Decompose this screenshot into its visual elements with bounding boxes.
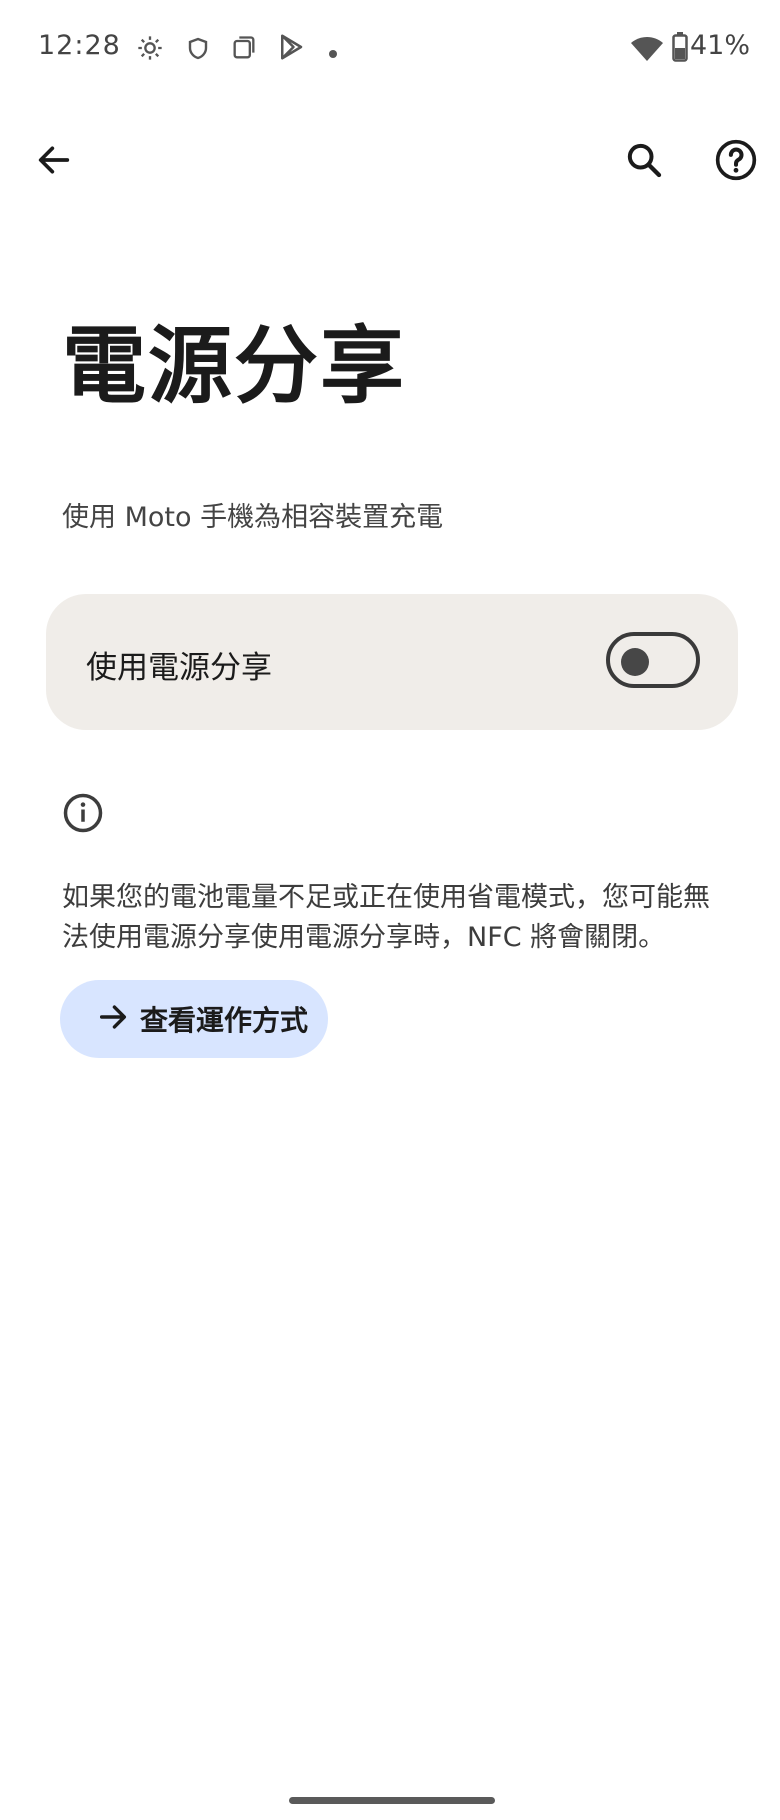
help-button[interactable] (700, 126, 772, 198)
wifi-icon (630, 36, 664, 66)
battery-icon (672, 32, 688, 66)
dot-icon (328, 44, 338, 63)
arrow-right-icon (96, 1000, 130, 1038)
status-bar: 12:28 41% (0, 0, 780, 100)
screenshot-icon (230, 34, 258, 66)
arrow-left-icon (34, 140, 74, 184)
learn-button-label: 查看運作方式 (140, 1004, 309, 1037)
info-icon (62, 792, 104, 838)
info-text: 如果您的電池電量不足或正在使用省電模式，您可能無法使用電源分享使用電源分享時，N… (62, 882, 710, 953)
help-circle-icon (714, 138, 758, 186)
switch-thumb (621, 648, 649, 676)
power-share-toggle-row[interactable]: 使用電源分享 (46, 594, 738, 730)
shield-icon (186, 36, 210, 66)
power-share-switch[interactable] (606, 632, 700, 688)
battery-percent: 41% (690, 30, 751, 61)
page-title: 電源分享 (62, 317, 407, 415)
gesture-nav-handle[interactable] (289, 1797, 495, 1804)
toggle-label: 使用電源分享 (86, 650, 272, 686)
back-button[interactable] (18, 126, 90, 198)
gear-icon (136, 34, 164, 66)
page-subtitle: 使用 Moto 手機為相容裝置充電 (62, 502, 444, 533)
play-store-icon (276, 32, 306, 66)
learn-how-it-works-button[interactable]: 查看運作方式 (60, 980, 328, 1058)
status-time: 12:28 (38, 30, 121, 61)
search-button[interactable] (608, 126, 680, 198)
search-icon (624, 140, 664, 184)
